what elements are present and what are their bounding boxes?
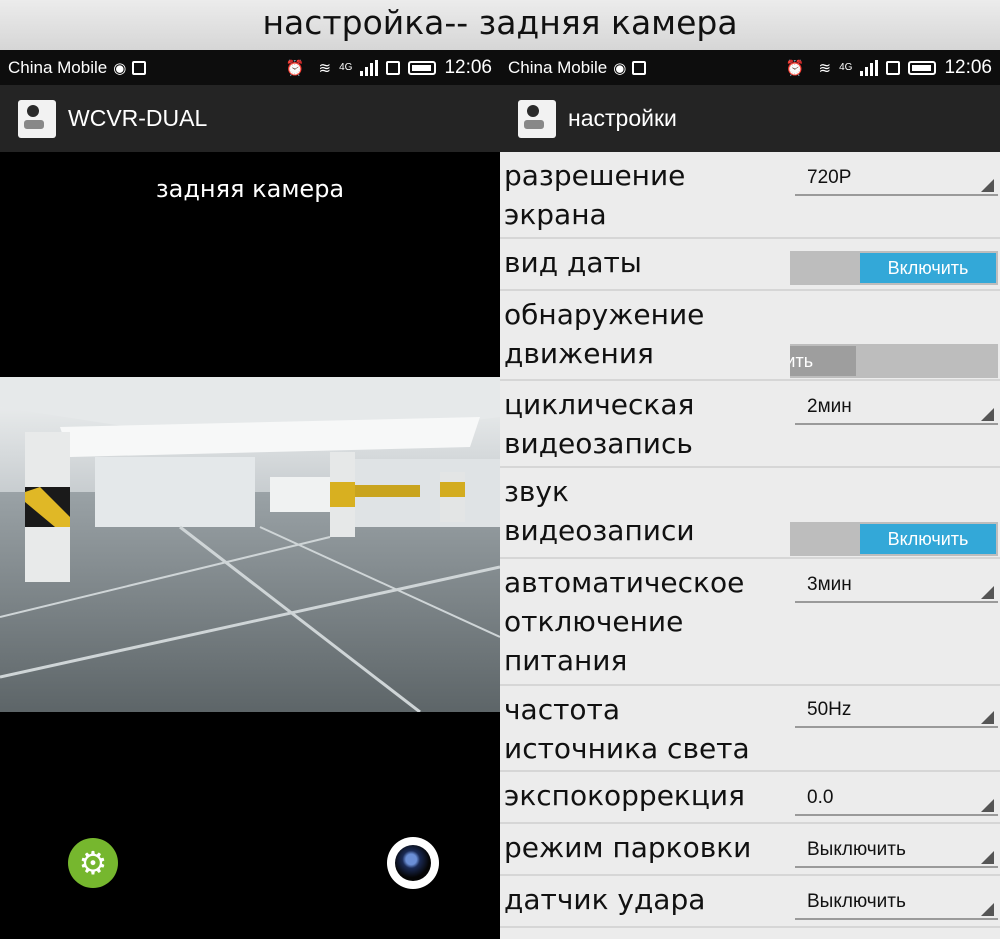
select-value: 2мин — [807, 396, 852, 417]
camera-label: задняя камера — [155, 175, 345, 203]
toggle-state: Включить — [860, 253, 996, 283]
setting-row-parking-mode: режим парковки Выключить — [500, 824, 1000, 876]
setting-label: датчик удара — [504, 883, 706, 916]
resolution-select[interactable]: 720P — [795, 160, 998, 196]
network-type: 4G — [839, 62, 853, 73]
gear-icon: ⚙ — [78, 844, 108, 882]
app-bar: настройки — [500, 85, 1000, 152]
dropdown-arrow-icon — [981, 903, 994, 916]
auto-power-off-select[interactable]: 3мин — [795, 567, 998, 603]
alarm-icon: ⏰ — [285, 59, 305, 77]
phone-screen-settings: China Mobile ◉ ⏰ ≋ 4G 12:06 настройки ра… — [500, 50, 1000, 939]
select-value: 50Hz — [807, 699, 852, 720]
setting-label: автоматическое отключение питания — [504, 566, 745, 677]
app-bar: WCVR-DUAL — [0, 85, 500, 152]
gallery-icon — [632, 60, 647, 75]
app-logo-icon — [18, 99, 56, 138]
setting-row-loop-recording: циклическая видеозапись 2мин — [500, 381, 1000, 468]
dropdown-arrow-icon — [981, 179, 994, 192]
network-type: 4G — [339, 62, 353, 73]
dropdown-arrow-icon — [981, 851, 994, 864]
date-view-toggle[interactable]: Включить — [790, 251, 998, 285]
dropdown-arrow-icon — [981, 711, 994, 724]
setting-label: экспокоррекция — [504, 779, 745, 812]
status-bar: China Mobile ◉ ⏰ ≋ 4G 12:06 — [500, 50, 1000, 85]
loop-recording-select[interactable]: 2мин — [795, 389, 998, 425]
settings-title: настройки — [568, 105, 677, 131]
status-bar: China Mobile ◉ ⏰ ≋ 4G 12:06 — [0, 50, 500, 85]
clock: 12:06 — [944, 56, 992, 78]
dropdown-arrow-icon — [981, 586, 994, 599]
app-title: WCVR-DUAL — [68, 105, 208, 131]
g-sensor-select[interactable]: Выключить — [795, 884, 998, 920]
settings-button[interactable]: ⚙ — [68, 838, 118, 888]
dropdown-arrow-icon — [981, 799, 994, 812]
wifi-icon: ≋ — [818, 59, 832, 77]
setting-label: частота источника света — [504, 693, 750, 765]
alarm-icon: ⏰ — [785, 59, 805, 77]
light-frequency-select[interactable]: 50Hz — [795, 692, 998, 728]
setting-label: обнаружение движения — [504, 298, 705, 370]
sim-icon — [386, 60, 401, 75]
app-logo-icon — [518, 99, 556, 138]
select-value: Выключить — [807, 891, 906, 912]
setting-row-light-frequency: частота источника света 50Hz — [500, 686, 1000, 772]
setting-row-auto-power-off: автоматическое отключение питания 3мин — [500, 559, 1000, 686]
dropdown-arrow-icon — [981, 408, 994, 421]
setting-row-motion-detection: обнаружение движения ючить — [500, 291, 1000, 381]
weibo-icon: ◉ — [613, 59, 627, 77]
select-value: Выключить — [807, 839, 906, 860]
carrier-name: China Mobile — [8, 57, 108, 77]
settings-list: разрешение экрана 720P вид даты Включить… — [500, 152, 1000, 928]
weibo-icon: ◉ — [113, 59, 127, 77]
recording-sound-toggle[interactable]: Включить — [790, 522, 998, 556]
battery-icon — [408, 60, 437, 75]
setting-row-g-sensor: датчик удара Выключить — [500, 876, 1000, 928]
banner-title: настройка-- задняя камера — [0, 0, 1000, 50]
sim-icon — [886, 60, 901, 75]
signal-icon — [860, 59, 879, 76]
phone-screen-camera: China Mobile ◉ ⏰ ≋ 4G 12:06 WCVR-DUAL за… — [0, 50, 500, 939]
motion-detection-toggle[interactable]: ючить — [790, 344, 998, 378]
gallery-icon — [132, 60, 147, 75]
setting-label: режим парковки — [504, 831, 752, 864]
toggle-state: Включить — [860, 524, 996, 554]
camera-lens-icon — [395, 845, 431, 881]
exposure-select[interactable]: 0.0 — [795, 780, 998, 816]
select-value: 3мин — [807, 574, 852, 595]
capture-button[interactable] — [387, 837, 439, 889]
select-value: 0.0 — [807, 787, 834, 808]
clock: 12:06 — [444, 56, 492, 78]
battery-icon — [908, 60, 937, 75]
signal-icon — [360, 59, 379, 76]
setting-label: вид даты — [504, 246, 642, 279]
toggle-state: ючить — [790, 346, 856, 376]
setting-row-resolution: разрешение экрана 720P — [500, 152, 1000, 239]
setting-label: циклическая видеозапись — [504, 388, 695, 460]
wifi-icon: ≋ — [318, 59, 332, 77]
rear-camera-feed[interactable] — [0, 377, 500, 712]
setting-row-recording-sound: звук видеозаписи Включить — [500, 468, 1000, 559]
carrier-name: China Mobile — [508, 57, 608, 77]
setting-row-exposure: экспокоррекция 0.0 — [500, 772, 1000, 824]
setting-label: разрешение экрана — [504, 159, 686, 231]
setting-label: звук видеозаписи — [504, 475, 695, 547]
setting-row-date-view: вид даты Включить — [500, 239, 1000, 291]
parking-mode-select[interactable]: Выключить — [795, 832, 998, 868]
select-value: 720P — [807, 167, 852, 188]
